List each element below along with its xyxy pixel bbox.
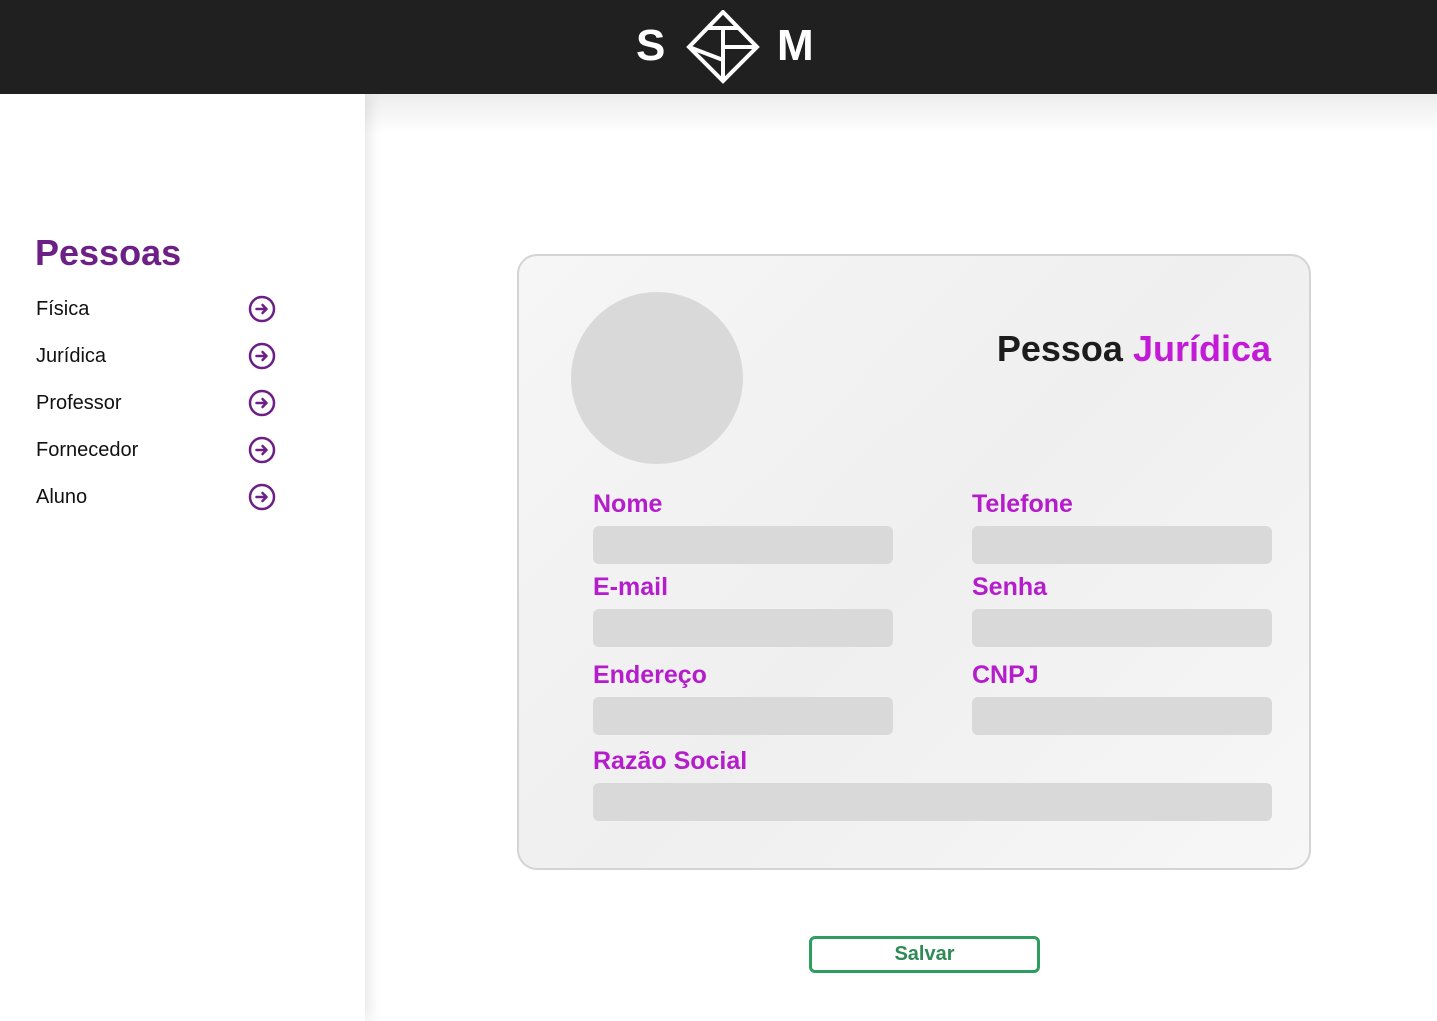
form-title: Pessoa Jurídica	[997, 328, 1271, 370]
razao-social-input[interactable]	[593, 783, 1272, 821]
save-button[interactable]: Salvar	[809, 936, 1040, 973]
nome-label: Nome	[593, 490, 663, 518]
sidebar-item-label: Professor	[36, 391, 122, 414]
nome-input[interactable]	[593, 526, 893, 564]
senha-label: Senha	[972, 573, 1048, 601]
email-label: E-mail	[593, 573, 669, 601]
endereco-label: Endereço	[593, 661, 707, 689]
sidebar-item-juridica[interactable]: Jurídica	[36, 341, 276, 371]
cnpj-label: CNPJ	[972, 661, 1039, 689]
sidebar-item-fisica[interactable]: Física	[36, 294, 276, 324]
arrow-right-circle-icon[interactable]	[248, 295, 276, 323]
telefone-label: Telefone	[972, 490, 1073, 518]
sidebar: Pessoas Física Jurídica Professor Fornec…	[0, 94, 365, 1021]
endereco-input[interactable]	[593, 697, 893, 735]
avatar-placeholder[interactable]	[571, 292, 743, 464]
sidebar-item-label: Jurídica	[36, 344, 107, 367]
form-card: Pessoa Jurídica Nome Telefone E-mail Sen…	[517, 254, 1311, 870]
sidebar-item-label: Aluno	[36, 485, 88, 508]
arrow-right-circle-icon[interactable]	[248, 342, 276, 370]
app-logo[interactable]: S M	[636, 10, 826, 84]
top-header: S M	[0, 0, 1437, 94]
logo-letter-m: M	[777, 21, 814, 70]
cnpj-input[interactable]	[972, 697, 1272, 735]
logo-letter-s: S	[636, 21, 666, 70]
form-title-prefix: Pessoa	[996, 328, 1123, 369]
diamond-logo-icon	[686, 10, 760, 84]
arrow-right-circle-icon[interactable]	[248, 389, 276, 417]
sidebar-item-aluno[interactable]: Aluno	[36, 482, 276, 512]
form-title-accent: Jurídica	[1132, 328, 1271, 369]
sidebar-title: Pessoas	[35, 232, 182, 273]
arrow-right-circle-icon[interactable]	[248, 483, 276, 511]
arrow-right-circle-icon[interactable]	[248, 436, 276, 464]
sidebar-item-label: Fornecedor	[36, 438, 139, 461]
sidebar-item-label: Física	[36, 297, 90, 320]
senha-input[interactable]	[972, 609, 1272, 647]
email-input[interactable]	[593, 609, 893, 647]
sidebar-item-fornecedor[interactable]: Fornecedor	[36, 435, 276, 465]
sidebar-item-professor[interactable]: Professor	[36, 388, 276, 418]
razao-social-label: Razão Social	[593, 747, 748, 775]
telefone-input[interactable]	[972, 526, 1272, 564]
